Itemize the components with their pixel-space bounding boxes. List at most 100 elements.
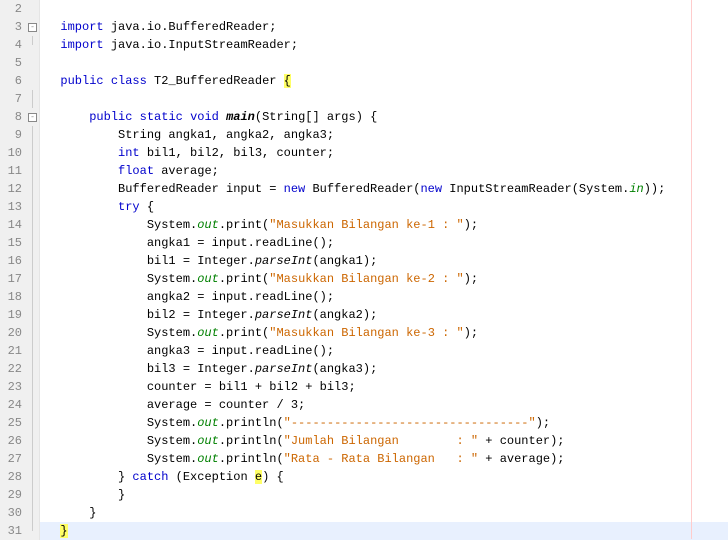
code-content[interactable]: angka3 = input.readLine(); [40,342,728,360]
code-content[interactable]: public static void main(String[] args) { [40,108,728,126]
code-content[interactable]: try { [40,198,728,216]
code-line[interactable]: 8- public static void main(String[] args… [0,108,728,126]
code-content[interactable]: public class T2_BufferedReader { [40,72,728,90]
code-line[interactable]: 9 String angka1, angka2, angka3; [0,126,728,144]
code-content[interactable]: bil3 = Integer.parseInt(angka3); [40,360,728,378]
code-token: T2_BufferedReader [147,74,284,88]
code-line[interactable]: 30 } [0,504,728,522]
code-line[interactable]: 20 System.out.print("Masukkan Bilangan k… [0,324,728,342]
line-number: 20 [0,324,26,342]
code-line[interactable]: 15 angka1 = input.readLine(); [0,234,728,252]
fold-gutter-cell [26,90,40,108]
code-token: out [197,218,219,232]
code-area[interactable]: 23- import java.io.BufferedReader;4 impo… [0,0,728,539]
code-line[interactable]: 6 public class T2_BufferedReader { [0,72,728,90]
code-content[interactable]: } [40,522,728,540]
code-line[interactable]: 14 System.out.print("Masukkan Bilangan k… [0,216,728,234]
code-content[interactable]: bil1 = Integer.parseInt(angka1); [40,252,728,270]
code-line[interactable]: 2 [0,0,728,18]
code-line[interactable]: 24 average = counter / 3; [0,396,728,414]
code-line[interactable]: 22 bil3 = Integer.parseInt(angka3); [0,360,728,378]
code-line[interactable]: 25 System.out.println("-----------------… [0,414,728,432]
code-content[interactable]: System.out.println("Rata - Rata Bilangan… [40,450,728,468]
code-token: "Rata - Rata Bilangan : " [284,452,478,466]
fold-gutter-cell[interactable]: - [26,18,40,36]
code-token: "Masukkan Bilangan ke-1 : " [269,218,463,232]
code-token: } [46,470,132,484]
code-line[interactable]: 13 try { [0,198,728,216]
code-token: )); [644,182,666,196]
code-token: .println( [219,416,284,430]
code-token: BufferedReader( [305,182,420,196]
code-line[interactable]: 4 import java.io.InputStreamReader; [0,36,728,54]
code-line[interactable]: 17 System.out.print("Masukkan Bilangan k… [0,270,728,288]
code-line[interactable]: 27 System.out.println("Rata - Rata Bilan… [0,450,728,468]
line-number: 16 [0,252,26,270]
code-content[interactable]: angka2 = input.readLine(); [40,288,728,306]
code-line[interactable]: 7 [0,90,728,108]
code-content[interactable]: } catch (Exception e) { [40,468,728,486]
fold-gutter-cell [26,72,40,90]
line-number: 28 [0,468,26,486]
code-content[interactable]: bil2 = Integer.parseInt(angka2); [40,306,728,324]
code-line[interactable]: 12 BufferedReader input = new BufferedRe… [0,180,728,198]
code-content[interactable]: } [40,486,728,504]
code-content[interactable]: String angka1, angka2, angka3; [40,126,728,144]
code-content[interactable]: System.out.println("--------------------… [40,414,728,432]
line-number: 29 [0,486,26,504]
code-content[interactable]: } [40,504,728,522]
code-token: out [197,434,219,448]
code-line[interactable]: 16 bil1 = Integer.parseInt(angka1); [0,252,728,270]
code-line[interactable]: 21 angka3 = input.readLine(); [0,342,728,360]
code-line[interactable]: 31 } [0,522,728,540]
code-content[interactable]: BufferedReader input = new BufferedReade… [40,180,728,198]
code-content[interactable]: angka1 = input.readLine(); [40,234,728,252]
fold-guide-line [32,504,33,522]
code-content[interactable]: System.out.print("Masukkan Bilangan ke-1… [40,216,728,234]
code-line[interactable]: 5 [0,54,728,72]
fold-collapse-icon[interactable]: - [28,23,37,32]
code-token: import [60,38,103,52]
code-content[interactable]: counter = bil1 + bil2 + bil3; [40,378,728,396]
code-line[interactable]: 29 } [0,486,728,504]
fold-collapse-icon[interactable]: - [28,113,37,122]
fold-guide-line [32,90,33,108]
code-line[interactable]: 19 bil2 = Integer.parseInt(angka2); [0,306,728,324]
code-line[interactable]: 26 System.out.println("Jumlah Bilangan :… [0,432,728,450]
code-content[interactable] [40,54,728,72]
fold-gutter-cell [26,162,40,180]
code-content[interactable] [40,90,728,108]
code-line[interactable]: 23 counter = bil1 + bil2 + bil3; [0,378,728,396]
code-content[interactable]: import java.io.BufferedReader; [40,18,728,36]
code-token: System. [46,272,197,286]
code-line[interactable]: 3- import java.io.BufferedReader; [0,18,728,36]
code-content[interactable]: System.out.print("Masukkan Bilangan ke-2… [40,270,728,288]
code-content[interactable]: import java.io.InputStreamReader; [40,36,728,54]
code-token: (Exception [168,470,254,484]
code-line[interactable]: 28 } catch (Exception e) { [0,468,728,486]
fold-gutter-cell[interactable]: - [26,108,40,126]
code-line[interactable]: 10 int bil1, bil2, bil3, counter; [0,144,728,162]
line-number: 9 [0,126,26,144]
code-content[interactable]: System.out.print("Masukkan Bilangan ke-3… [40,324,728,342]
code-content[interactable]: System.out.println("Jumlah Bilangan : " … [40,432,728,450]
fold-gutter-cell [26,36,40,54]
code-content[interactable]: float average; [40,162,728,180]
code-token [46,200,118,214]
fold-gutter-cell [26,432,40,450]
code-line[interactable]: 11 float average; [0,162,728,180]
line-number: 17 [0,270,26,288]
code-token: try [118,200,140,214]
fold-guide-line [32,252,33,270]
line-number: 5 [0,54,26,72]
code-line[interactable]: 18 angka2 = input.readLine(); [0,288,728,306]
code-content[interactable]: average = counter / 3; [40,396,728,414]
code-token: + counter); [478,434,564,448]
code-content[interactable]: int bil1, bil2, bil3, counter; [40,144,728,162]
code-token: class [111,74,147,88]
code-content[interactable] [40,0,728,18]
line-number: 26 [0,432,26,450]
code-token: int [118,146,140,160]
code-editor[interactable]: 23- import java.io.BufferedReader;4 impo… [0,0,728,539]
code-token: e [255,470,262,484]
